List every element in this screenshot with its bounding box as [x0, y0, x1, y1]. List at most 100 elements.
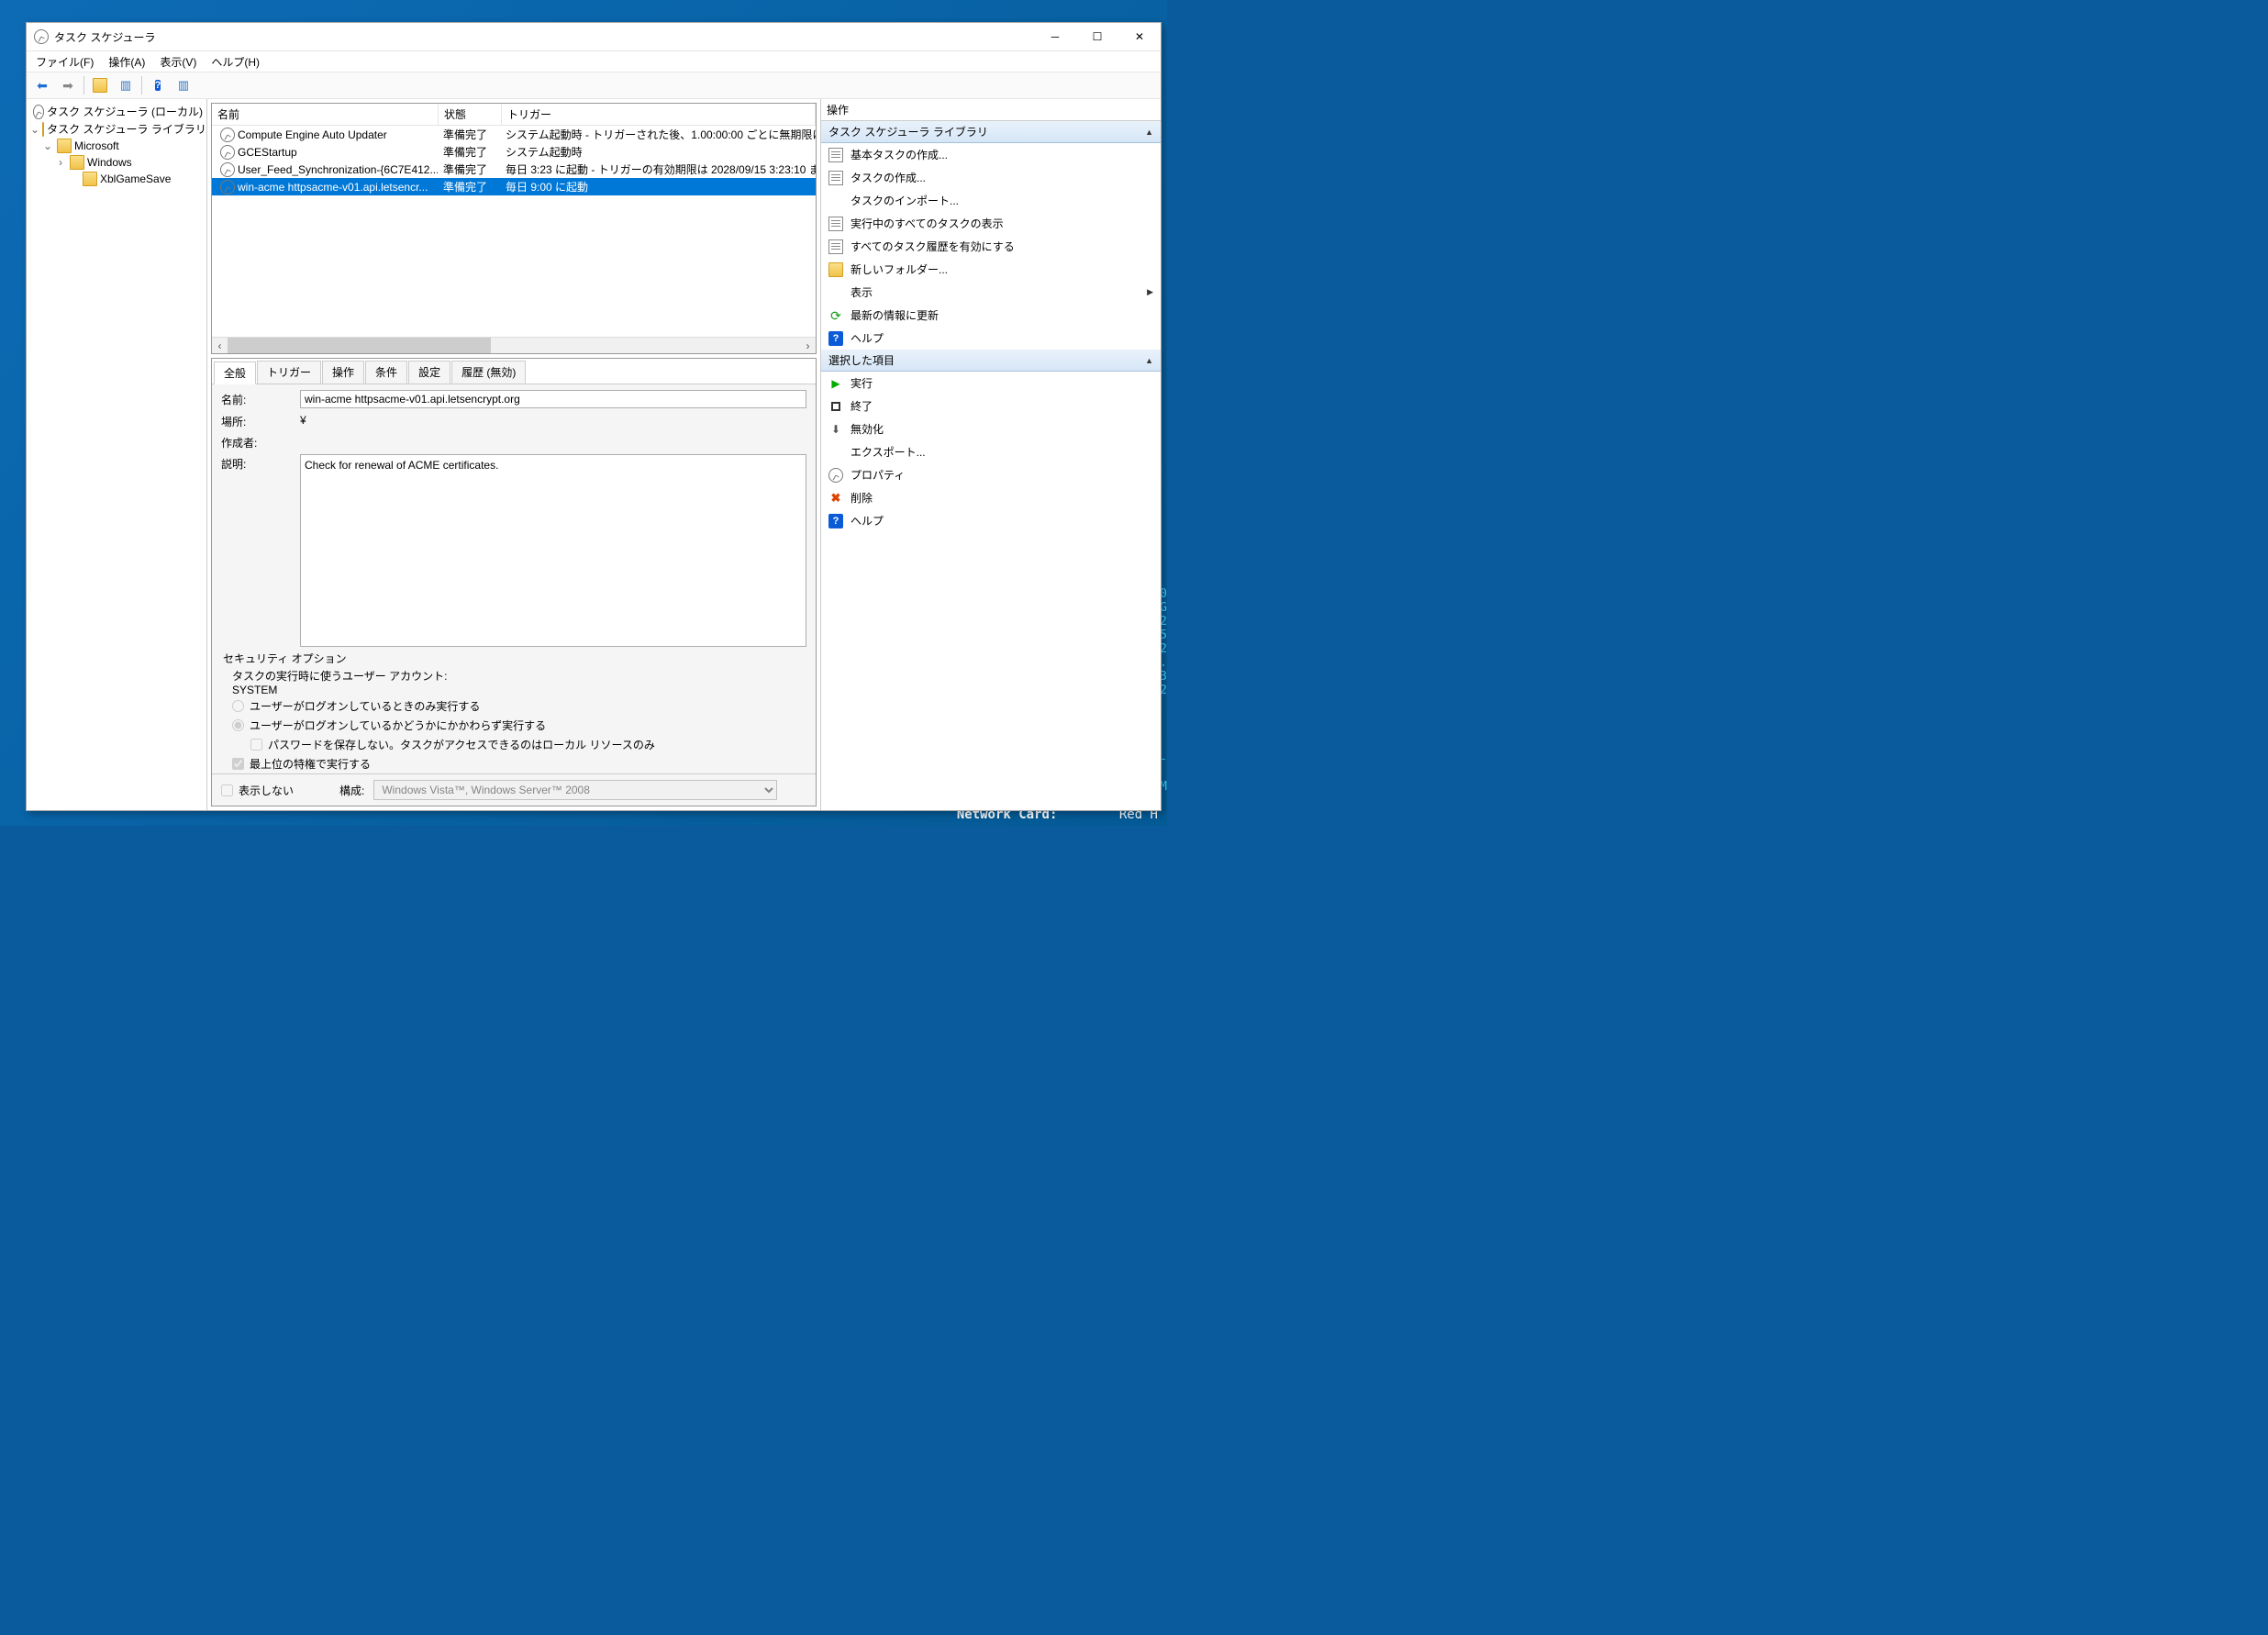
clock-icon	[220, 145, 235, 160]
help-icon: ?	[155, 80, 161, 91]
configure-select[interactable]: Windows Vista™, Windows Server™ 2008	[373, 780, 777, 800]
titlebar[interactable]: タスク スケジューラ ─ ☐ ✕	[27, 23, 1161, 51]
menu-file[interactable]: ファイル(F)	[30, 52, 99, 72]
actions-section-selected[interactable]: 選択した項目 ▲	[821, 350, 1161, 372]
scroll-track[interactable]	[228, 338, 800, 353]
menu-view[interactable]: 表示(V)	[154, 52, 202, 72]
radio-run-always-input[interactable]	[232, 719, 244, 731]
action-enable-history[interactable]: すべてのタスク履歴を有効にする	[821, 235, 1161, 258]
horizontal-scrollbar[interactable]: ‹ ›	[212, 337, 816, 353]
label-author: 作成者:	[221, 433, 300, 450]
action-view[interactable]: 表示▶	[821, 281, 1161, 304]
forward-button[interactable]: ➡	[56, 73, 80, 97]
tree-library[interactable]: ⌄ タスク スケジューラ ライブラリ	[28, 120, 205, 138]
action-help[interactable]: ?ヘルプ	[821, 327, 1161, 350]
task-status: 準備完了	[438, 144, 500, 160]
action-export[interactable]: エクスポート...	[821, 440, 1161, 463]
action-import-task[interactable]: タスクのインポート...	[821, 189, 1161, 212]
radio-logged-on-input[interactable]	[232, 700, 244, 712]
checkbox-highest-priv[interactable]: 最上位の特権で実行する	[223, 754, 805, 773]
action-run[interactable]: ▶実行	[821, 372, 1161, 395]
console-tree[interactable]: タスク スケジューラ (ローカル) ⌄ タスク スケジューラ ライブラリ ⌄ M…	[27, 99, 207, 810]
checkbox-highest-priv-input[interactable]	[232, 758, 244, 770]
tree-microsoft[interactable]: ⌄ Microsoft	[28, 138, 205, 154]
action-disable[interactable]: ⬇無効化	[821, 417, 1161, 440]
folder-icon	[93, 78, 107, 93]
history-icon	[828, 239, 843, 254]
tab-settings[interactable]: 設定	[408, 361, 450, 384]
up-button[interactable]	[88, 73, 112, 97]
task-status: 準備完了	[438, 127, 500, 142]
task-name: GCEStartup	[238, 146, 297, 159]
scroll-right-icon[interactable]: ›	[800, 338, 816, 353]
actions-section-library[interactable]: タスク スケジューラ ライブラリ ▲	[821, 121, 1161, 143]
task-icon	[828, 148, 843, 162]
menu-action[interactable]: 操作(A)	[103, 52, 150, 72]
col-trigger[interactable]: トリガー	[502, 104, 816, 125]
menubar: ファイル(F) 操作(A) 表示(V) ヘルプ(H)	[27, 51, 1161, 72]
tree-xblgamesave[interactable]: XblGameSave	[28, 171, 205, 187]
configure-row: 表示しない 構成: Windows Vista™, Windows Server…	[212, 773, 816, 806]
task-name-field[interactable]	[300, 390, 806, 408]
clock-icon	[220, 128, 235, 142]
col-status[interactable]: 状態	[439, 104, 502, 125]
table-row[interactable]: User_Feed_Synchronization-{6C7E412...準備完…	[212, 161, 816, 178]
show-hide-tree-button[interactable]: ▥	[114, 73, 138, 97]
collapse-icon[interactable]: ▲	[1145, 356, 1153, 365]
folder-icon	[828, 262, 843, 277]
checkbox-no-password-input[interactable]	[250, 739, 262, 751]
tab-history[interactable]: 履歴 (無効)	[451, 361, 526, 384]
tab-general[interactable]: 全般	[214, 361, 256, 384]
table-row[interactable]: GCEStartup準備完了システム起動時	[212, 143, 816, 161]
tree-root[interactable]: タスク スケジューラ (ローカル)	[28, 103, 205, 120]
collapse-icon[interactable]: ▲	[1145, 128, 1153, 137]
show-hide-action-button[interactable]: ▥	[172, 73, 195, 97]
action-create-basic-task[interactable]: 基本タスクの作成...	[821, 143, 1161, 166]
radio-run-always[interactable]: ユーザーがログオンしているかどうかにかかわらず実行する	[223, 716, 805, 735]
maximize-button[interactable]: ☐	[1076, 23, 1118, 50]
task-list-header[interactable]: 名前 状態 トリガー	[212, 104, 816, 126]
action-end[interactable]: 終了	[821, 395, 1161, 417]
submenu-arrow-icon: ▶	[1147, 287, 1153, 297]
security-options-title: セキュリティ オプション	[223, 651, 805, 668]
tab-triggers[interactable]: トリガー	[257, 361, 321, 384]
expander-icon[interactable]: ›	[54, 156, 67, 169]
security-options: セキュリティ オプション タスクの実行時に使うユーザー アカウント: SYSTE…	[223, 651, 805, 773]
menu-help[interactable]: ヘルプ(H)	[206, 52, 265, 72]
action-help-2[interactable]: ?ヘルプ	[821, 509, 1161, 532]
radio-logged-on-only[interactable]: ユーザーがログオンしているときのみ実行する	[223, 696, 805, 716]
tree-library-label: タスク スケジューラ ライブラリ	[47, 121, 206, 137]
back-button[interactable]: ⬅	[30, 73, 54, 97]
action-show-running[interactable]: 実行中のすべてのタスクの表示	[821, 212, 1161, 235]
action-refresh[interactable]: ⟳最新の情報に更新	[821, 304, 1161, 327]
label-name: 名前:	[221, 390, 300, 407]
tree-windows[interactable]: › Windows	[28, 154, 205, 171]
action-properties[interactable]: プロパティ	[821, 463, 1161, 486]
disable-icon: ⬇	[828, 422, 843, 437]
scroll-left-icon[interactable]: ‹	[212, 338, 228, 353]
help-icon: ?	[828, 331, 843, 346]
col-name[interactable]: 名前	[212, 104, 439, 125]
tree-root-label: タスク スケジューラ (ローカル)	[47, 104, 203, 119]
action-create-task[interactable]: タスクの作成...	[821, 166, 1161, 189]
table-row[interactable]: win-acme httpsacme-v01.api.letsencr...準備…	[212, 178, 816, 195]
table-row[interactable]: Compute Engine Auto Updater準備完了システム起動時 -…	[212, 126, 816, 143]
tab-conditions[interactable]: 条件	[365, 361, 407, 384]
expander-icon[interactable]: ⌄	[41, 139, 54, 152]
clock-icon	[220, 162, 235, 177]
minimize-button[interactable]: ─	[1034, 23, 1076, 50]
checkbox-hidden-input[interactable]	[221, 784, 233, 796]
list-icon	[828, 217, 843, 231]
clock-icon	[828, 468, 843, 483]
close-button[interactable]: ✕	[1118, 23, 1161, 50]
action-new-folder[interactable]: 新しいフォルダー...	[821, 258, 1161, 281]
task-description-field[interactable]	[300, 454, 806, 647]
tab-actions[interactable]: 操作	[322, 361, 364, 384]
help-button[interactable]: ?	[146, 73, 170, 97]
task-list[interactable]: 名前 状態 トリガー Compute Engine Auto Updater準備…	[211, 103, 817, 354]
checkbox-hidden[interactable]: 表示しない	[221, 781, 294, 800]
scroll-thumb[interactable]	[228, 338, 491, 353]
expander-icon[interactable]: ⌄	[30, 123, 39, 136]
action-delete[interactable]: ✖削除	[821, 486, 1161, 509]
checkbox-no-password[interactable]: パスワードを保存しない。タスクがアクセスできるのはローカル リソースのみ	[223, 735, 805, 754]
